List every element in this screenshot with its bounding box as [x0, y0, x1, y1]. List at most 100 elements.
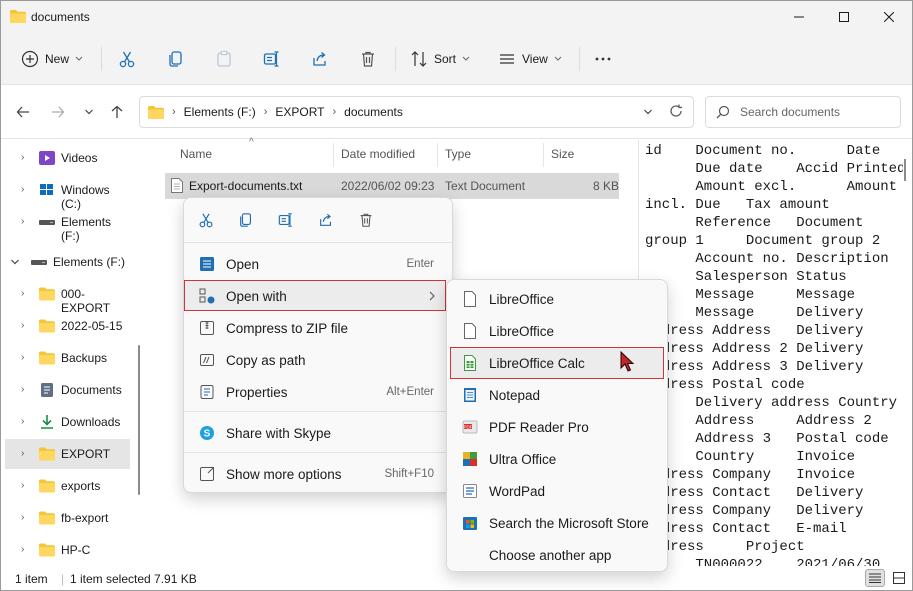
menu-item-copy-as-path[interactable]: Copy as path [188, 345, 448, 375]
menu-item-show-more-options[interactable]: Show more options Shift+F10 [188, 459, 448, 489]
sidebar-scrollbar[interactable] [138, 345, 140, 495]
context-share-button[interactable] [316, 210, 336, 230]
rename-icon [278, 213, 292, 227]
chevron-right-icon: › [21, 480, 25, 491]
app-choose-another[interactable]: Choose another app [451, 540, 665, 570]
windows-drive-icon [40, 184, 53, 195]
downloads-icon [41, 415, 53, 429]
folder-icon [39, 319, 55, 333]
more-button[interactable] [594, 45, 612, 73]
menu-item-compress-zip[interactable]: Compress to ZIP file [188, 313, 448, 343]
context-cut-button[interactable] [196, 210, 216, 230]
sidebar-item-exports[interactable]: › exports [1, 471, 129, 501]
app-label: Search the Microsoft Store [489, 516, 649, 531]
skype-icon: S [200, 426, 214, 440]
tiles-view-button[interactable] [889, 569, 909, 587]
maximize-button[interactable] [821, 1, 867, 33]
column-header-date[interactable]: Date modified [341, 147, 415, 161]
command-bar: New Sort View [1, 33, 912, 85]
open-with-icon [199, 288, 215, 304]
sidebar-item-backups[interactable]: › Backups [1, 343, 129, 373]
column-header-name[interactable]: Name [180, 147, 212, 161]
chevron-right-icon [429, 291, 435, 301]
sidebar-item-fb-export[interactable]: › fb-export [1, 503, 129, 533]
chevron-right-icon: › [21, 184, 25, 195]
app-libreoffice-2[interactable]: LibreOffice [451, 316, 665, 346]
column-header-size[interactable]: Size [551, 147, 574, 161]
app-search-microsoft-store[interactable]: Search the Microsoft Store [451, 508, 665, 538]
sidebar-item-2022-05-15[interactable]: › 2022-05-15 [1, 311, 129, 341]
sidebar-item-windows-drive[interactable]: › Windows (C:) [1, 175, 129, 211]
cut-icon [199, 213, 213, 228]
cut-button[interactable] [118, 45, 136, 73]
menu-item-share-skype[interactable]: S Share with Skype [188, 418, 448, 448]
close-button[interactable] [866, 1, 912, 33]
search-input[interactable]: Search documents [740, 105, 840, 119]
drive-icon [39, 220, 55, 225]
menu-item-open[interactable]: Open Enter [188, 249, 448, 279]
sidebar-item-export[interactable]: › EXPORT [5, 439, 130, 469]
chevron-right-icon: › [263, 106, 268, 118]
sidebar-item-downloads[interactable]: › Downloads [1, 407, 129, 437]
view-button[interactable]: View [498, 45, 562, 73]
recent-locations-button[interactable] [79, 102, 99, 122]
sort-ascending-icon: ^ [249, 137, 254, 148]
folder-icon [39, 447, 55, 461]
sort-button[interactable]: Sort [410, 45, 470, 73]
menu-item-open-with[interactable]: Open with [184, 280, 446, 311]
copy-icon [169, 51, 182, 67]
breadcrumb-documents[interactable]: documents [344, 105, 403, 119]
copy-icon [240, 213, 252, 227]
column-header-type[interactable]: Type [445, 147, 471, 161]
new-button[interactable]: New [21, 45, 83, 73]
file-size: 8 KB [593, 179, 620, 193]
address-bar[interactable]: › Elements (F:) › EXPORT › documents [139, 96, 694, 128]
sidebar-item-elements-drive[interactable]: › Elements (F:) [1, 207, 129, 243]
breadcrumb-drive[interactable]: Elements (F:) [184, 105, 256, 119]
svg-text:S: S [204, 429, 211, 440]
share-icon [320, 213, 332, 226]
properties-icon [200, 385, 214, 399]
sidebar-item-000-export[interactable]: › 000-EXPORT [1, 279, 129, 315]
paste-button[interactable] [215, 45, 233, 73]
table-row[interactable]: Export-documents.txt 2022/06/02 09:23 Te… [165, 173, 619, 199]
context-rename-button[interactable] [276, 210, 296, 230]
search-box[interactable]: Search documents [705, 96, 901, 128]
plus-icon [21, 50, 39, 68]
sidebar-item-videos[interactable]: › Videos [1, 143, 129, 173]
mouse-cursor-icon [620, 351, 635, 372]
app-wordpad[interactable]: WordPad [451, 476, 665, 506]
address-dropdown-button[interactable] [643, 105, 653, 119]
sidebar-item-documents[interactable]: › Documents [1, 375, 129, 405]
app-libreoffice-1[interactable]: LibreOffice [451, 284, 665, 314]
context-copy-button[interactable] [236, 210, 256, 230]
forward-button[interactable] [48, 102, 68, 122]
context-delete-button[interactable] [356, 210, 376, 230]
folder-icon [39, 351, 55, 365]
app-pdf-reader-pro[interactable]: PDF PDF Reader Pro [451, 412, 665, 442]
copy-button[interactable] [167, 45, 185, 73]
delete-button[interactable] [359, 45, 377, 73]
refresh-button[interactable] [669, 104, 683, 121]
app-ultra-office[interactable]: Ultra Office [451, 444, 665, 474]
app-notepad[interactable]: Notepad [451, 380, 665, 410]
sidebar-item-elements-drive-expanded[interactable]: Elements (F:) [1, 247, 129, 277]
libreoffice-icon [464, 323, 476, 339]
up-button[interactable] [107, 102, 127, 122]
minimize-button[interactable] [776, 1, 822, 33]
share-button[interactable] [311, 45, 329, 73]
sidebar-item-hp-c[interactable]: › HP-C [1, 535, 129, 565]
more-options-icon [200, 467, 214, 481]
preview-scrollbar[interactable] [904, 159, 906, 181]
context-menu: Open Enter Open with Compress to ZIP fil… [183, 197, 453, 493]
menu-item-properties[interactable]: Properties Alt+Enter [188, 377, 448, 407]
arrow-right-icon [52, 106, 65, 118]
details-view-button[interactable] [865, 569, 885, 587]
app-label: PDF Reader Pro [489, 420, 589, 435]
back-button[interactable] [13, 102, 33, 122]
libreoffice-calc-icon [464, 355, 476, 371]
rename-button[interactable] [263, 45, 281, 73]
breadcrumb-export[interactable]: EXPORT [275, 105, 324, 119]
delete-icon [362, 51, 374, 67]
chevron-right-icon: › [172, 106, 176, 118]
